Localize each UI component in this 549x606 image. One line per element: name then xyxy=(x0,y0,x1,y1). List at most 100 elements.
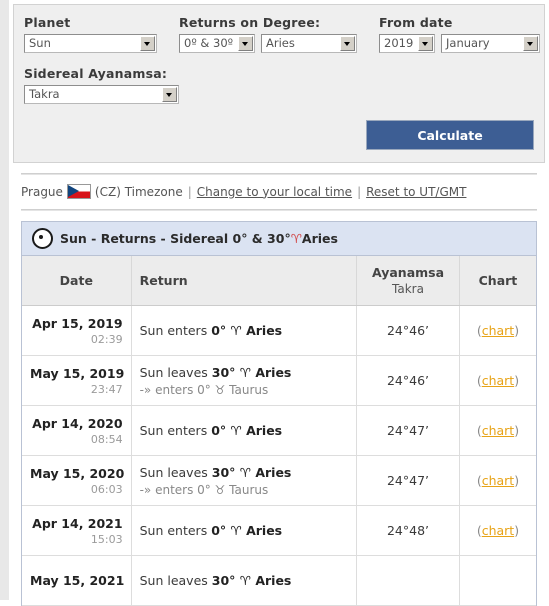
timezone-separator-2: | xyxy=(357,184,362,199)
aries-glyph-icon: ♈ xyxy=(239,573,251,588)
cell-return: Sun leaves 30° ♈ Aries -» enters 0° ♉ Tau… xyxy=(131,355,358,406)
return-degree: 0° xyxy=(211,323,231,338)
cell-ayanamsa: 24°47’ xyxy=(356,405,460,456)
sign-select[interactable]: Aries xyxy=(261,34,357,53)
aries-glyph-icon: ♈ xyxy=(290,231,302,246)
chevron-down-icon[interactable] xyxy=(162,87,177,102)
chart-link[interactable]: chart xyxy=(482,473,515,488)
sun-symbol-icon xyxy=(32,228,53,249)
year-select[interactable]: 2019 xyxy=(379,34,435,53)
return-sign: Aries xyxy=(241,423,283,438)
from-date-label: From date xyxy=(379,15,453,30)
chart-link[interactable]: chart xyxy=(482,423,515,438)
cell-return: Sun enters 0° ♈ Aries xyxy=(131,305,358,356)
search-form-panel: Planet Sun Returns on Degree: 0º & 30º A… xyxy=(13,4,545,163)
return-degree: 0° xyxy=(211,423,231,438)
planet-field-group: Planet Sun xyxy=(24,15,157,53)
planet-select-row: Sun xyxy=(24,34,157,53)
col-header-ayanamsa-sub: Takra xyxy=(392,282,424,296)
cell-date: May 15, 2020 06:03 xyxy=(22,455,132,506)
ayanamsa-select[interactable]: Takra xyxy=(24,85,179,104)
results-title-text: Sun - Returns - Sidereal 0° & 30° xyxy=(60,231,291,246)
cell-return: Sun enters 0° ♈ Aries xyxy=(131,405,358,456)
table-row: May 15, 2020 06:03 Sun leaves 30° ♈ Aries -… xyxy=(22,455,536,506)
cell-date: Apr 15, 2019 02:39 xyxy=(22,305,132,356)
sign-select-value: Aries xyxy=(266,36,295,50)
cell-chart: (chart) xyxy=(459,455,536,506)
cz-flag-icon xyxy=(66,184,91,199)
degree-select-value: 0º & 30º xyxy=(184,36,234,50)
return-text: Sun leaves 30° ♈ Aries xyxy=(140,465,349,480)
month-select-value: January xyxy=(446,36,490,50)
returns-table-head: Date Return Ayanamsa Takra Chart xyxy=(22,256,536,306)
col-header-return: Return xyxy=(131,256,358,306)
date-time: 06:03 xyxy=(90,482,123,496)
return-prefix: Sun leaves xyxy=(139,364,212,380)
date-time: 23:47 xyxy=(90,382,123,396)
reset-utgmt-link[interactable]: Reset to UT/GMT xyxy=(366,185,466,199)
return-prefix: Sun leaves xyxy=(139,573,212,588)
calculate-button[interactable]: Calculate xyxy=(366,120,534,150)
date-time: 08:54 xyxy=(90,432,123,446)
chevron-down-icon[interactable] xyxy=(340,36,355,51)
return-prefix: Sun enters xyxy=(139,423,212,438)
returns-table-body: Apr 15, 2019 02:39 Sun enters 0° ♈ Aries 24… xyxy=(22,305,536,606)
results-title-sign: Aries xyxy=(301,231,338,246)
chart-link[interactable]: chart xyxy=(482,373,515,388)
return-text: Sun leaves 30° ♈ Aries xyxy=(140,365,349,380)
col-header-chart: Chart xyxy=(459,256,536,306)
date-value: Apr 14, 2020 xyxy=(32,415,123,431)
timezone-country: (CZ) Timezone xyxy=(94,184,183,199)
return-sign: Aries xyxy=(241,323,283,338)
return-text: Sun enters 0° ♈ Aries xyxy=(140,323,349,338)
cell-date: May 15, 2021 xyxy=(22,555,132,606)
date-time: 15:03 xyxy=(90,532,123,546)
return-degree: 30° xyxy=(211,364,240,380)
col-header-ayanamsa: Ayanamsa Takra xyxy=(356,256,460,306)
return-text: Sun enters 0° ♈ Aries xyxy=(140,523,349,538)
planet-select-value: Sun xyxy=(29,36,51,50)
returns-degree-field-group: Returns on Degree: 0º & 30º Aries xyxy=(179,15,357,53)
return-prefix: Sun enters xyxy=(139,523,212,538)
calculate-button-wrap: Calculate xyxy=(24,120,534,150)
cell-return: Sun enters 0° ♈ Aries xyxy=(131,505,358,556)
cell-chart: (chart) xyxy=(459,355,536,406)
chart-link[interactable]: chart xyxy=(482,523,515,538)
month-select[interactable]: January xyxy=(441,34,540,53)
results-title-bar: Sun - Returns - Sidereal 0° & 30° ♈ Arie… xyxy=(22,222,536,256)
return-text: Sun leaves 30° ♈ Aries xyxy=(140,573,349,588)
return-degree: 0° xyxy=(211,523,231,538)
return-prefix: Sun enters xyxy=(139,323,212,338)
return-prefix: Sun leaves xyxy=(139,464,212,480)
content-area: Planet Sun Returns on Degree: 0º & 30º A… xyxy=(9,0,549,606)
paren-close: ) xyxy=(514,523,520,538)
chart-link[interactable]: chart xyxy=(482,323,515,338)
date-time: 02:39 xyxy=(90,332,123,346)
planet-select[interactable]: Sun xyxy=(24,34,157,53)
chevron-down-icon[interactable] xyxy=(238,36,253,51)
cell-ayanamsa xyxy=(356,555,460,606)
return-sign: Aries xyxy=(250,573,292,588)
return-text: Sun enters 0° ♈ Aries xyxy=(140,423,349,438)
degree-select[interactable]: 0º & 30º xyxy=(179,34,255,53)
chevron-down-icon[interactable] xyxy=(523,36,538,51)
from-date-field-group: From date 2019 January xyxy=(379,15,540,53)
cell-return: Sun leaves 30° ♈ Aries -» enters 0° ♉ Tau… xyxy=(131,455,358,506)
results-table-panel: Sun - Returns - Sidereal 0° & 30° ♈ Arie… xyxy=(21,221,537,606)
chevron-down-icon[interactable] xyxy=(140,36,155,51)
form-fields-row: Planet Sun Returns on Degree: 0º & 30º A… xyxy=(24,15,540,53)
chevron-down-icon[interactable] xyxy=(418,36,433,51)
return-subtext: -» enters 0° ♉ Taurus xyxy=(139,482,269,497)
timezone-city: Prague xyxy=(21,184,63,199)
ayanamsa-select-value: Takra xyxy=(29,87,60,101)
cell-date: Apr 14, 2021 15:03 xyxy=(22,505,132,556)
cell-return: Sun leaves 30° ♈ Aries xyxy=(131,555,358,606)
planet-label: Planet xyxy=(24,15,71,30)
table-row: May 15, 2019 23:47 Sun leaves 30° ♈ Aries -… xyxy=(22,355,536,406)
col-header-ayanamsa-label: Ayanamsa xyxy=(371,265,445,280)
return-degree: 30° xyxy=(211,573,240,588)
returns-table: Date Return Ayanamsa Takra Chart Apr 15,… xyxy=(22,256,536,606)
year-select-value: 2019 xyxy=(384,36,414,50)
change-local-time-link[interactable]: Change to your local time xyxy=(197,185,352,199)
ayanamsa-field-group: Sidereal Ayanamsa: Takra xyxy=(24,66,512,104)
